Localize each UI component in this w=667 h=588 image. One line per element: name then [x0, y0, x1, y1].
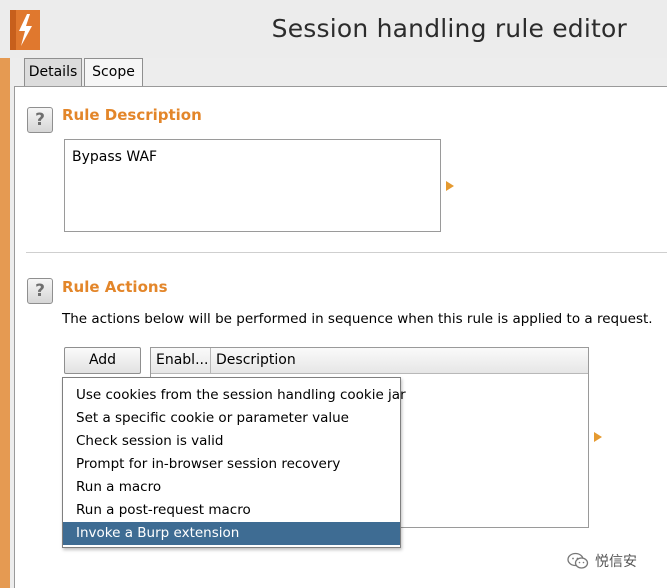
column-header-enabled[interactable]: Enabl...	[151, 348, 211, 374]
menu-item-set-cookie-parameter[interactable]: Set a specific cookie or parameter value	[63, 407, 400, 430]
menu-item-check-session[interactable]: Check session is valid	[63, 430, 400, 453]
menu-item-run-post-request-macro[interactable]: Run a post-request macro	[63, 499, 400, 522]
window-title: Session handling rule editor	[271, 14, 627, 43]
watermark-text: 悦信安	[595, 554, 637, 570]
menu-item-prompt-recovery[interactable]: Prompt for in-browser session recovery	[63, 453, 400, 476]
help-icon[interactable]: ?	[27, 107, 53, 133]
tab-details[interactable]: Details	[24, 58, 82, 87]
burp-lightning-icon	[10, 10, 40, 50]
column-header-description[interactable]: Description	[211, 348, 588, 374]
rule-description-input[interactable]: Bypass WAF	[64, 139, 441, 232]
rule-actions-instruction: The actions below will be performed in s…	[62, 311, 653, 327]
help-icon[interactable]: ?	[27, 278, 53, 304]
menu-item-run-macro[interactable]: Run a macro	[63, 476, 400, 499]
watermark: 悦信安	[567, 548, 637, 574]
rule-description-title: Rule Description	[62, 106, 202, 124]
menu-item-invoke-extension[interactable]: Invoke a Burp extension	[63, 522, 400, 545]
actions-table-header: Enabl... Description	[151, 348, 588, 374]
expand-arrow-icon[interactable]	[594, 432, 602, 442]
add-action-menu: Use cookies from the session handling co…	[62, 377, 406, 548]
window-edge	[0, 58, 10, 588]
wechat-icon	[567, 552, 589, 569]
expand-arrow-icon[interactable]	[446, 181, 454, 191]
menu-item-use-cookies[interactable]: Use cookies from the session handling co…	[63, 384, 406, 407]
add-action-button[interactable]: Add	[64, 347, 141, 374]
section-divider	[26, 252, 667, 253]
tab-scope[interactable]: Scope	[84, 58, 143, 87]
rule-actions-title: Rule Actions	[62, 278, 168, 296]
title-bar: Session handling rule editor	[0, 0, 667, 58]
